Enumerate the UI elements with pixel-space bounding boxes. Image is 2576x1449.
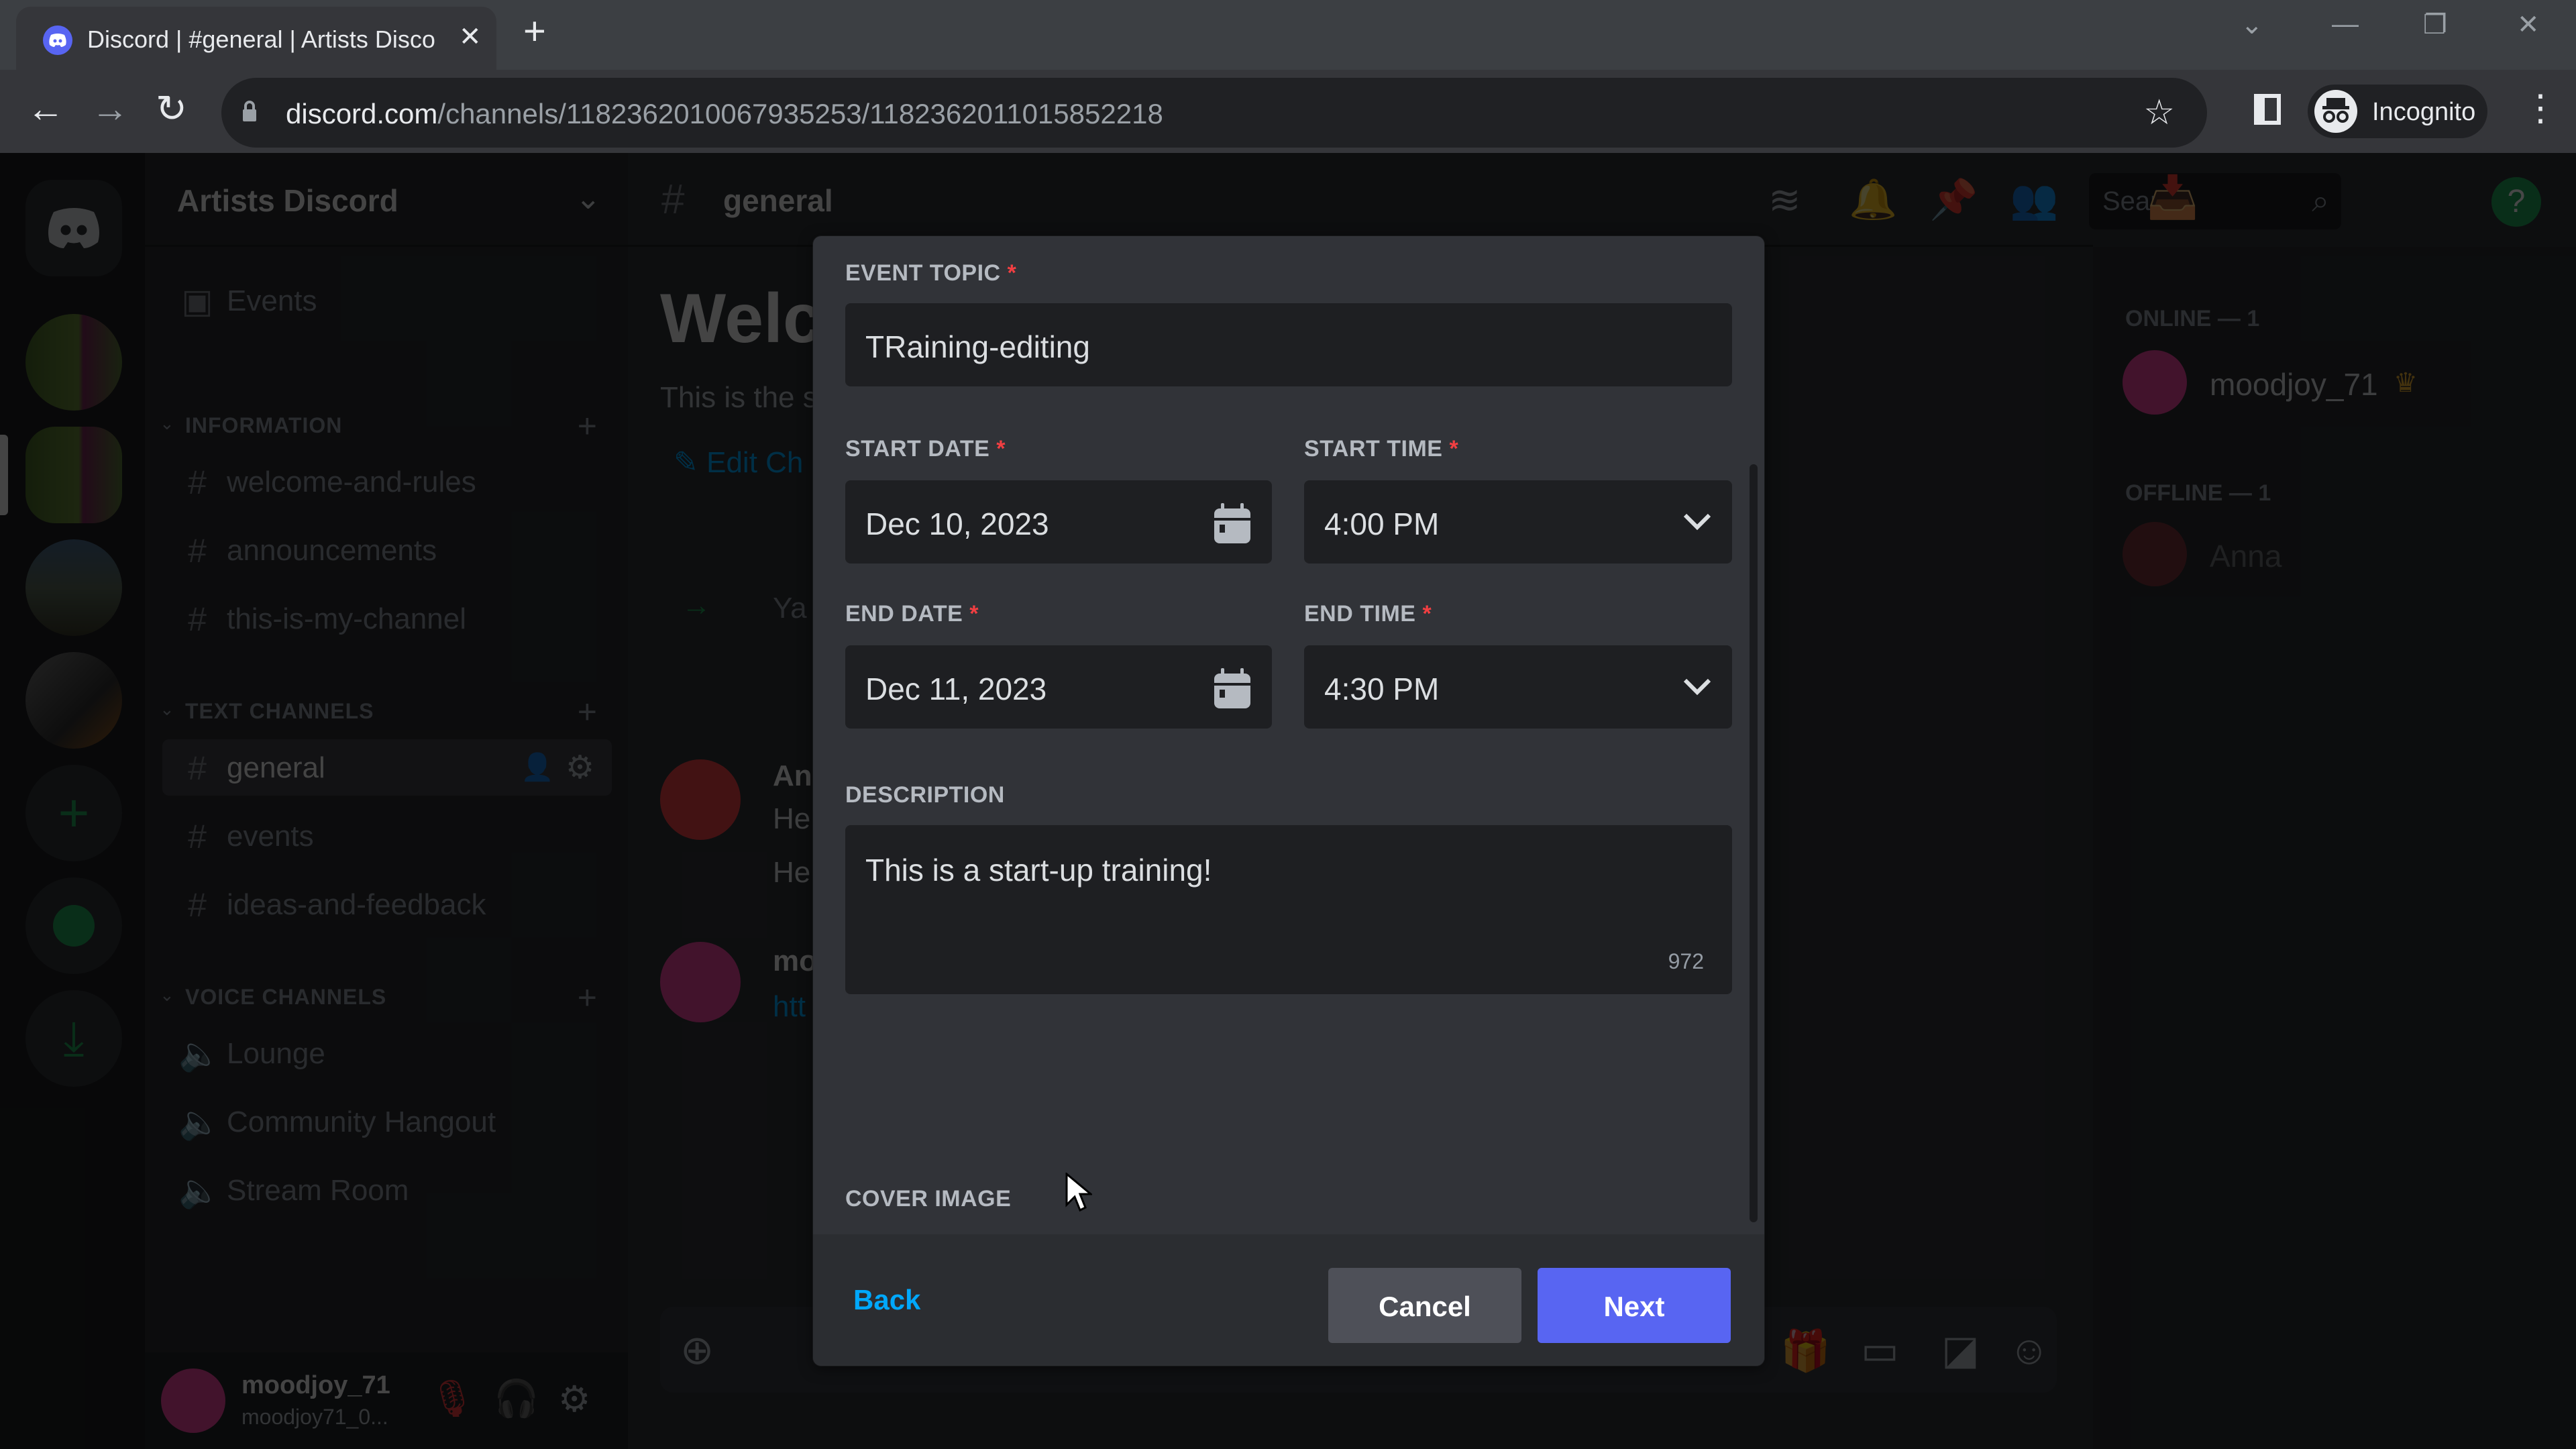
start-date-label: START DATE * <box>845 436 1006 462</box>
calendar-icon[interactable] <box>1213 667 1252 710</box>
event-topic-input[interactable]: TRaining-editing <box>845 303 1732 386</box>
restore-icon[interactable]: ❐ <box>2423 9 2447 40</box>
start-date-value: Dec 10, 2023 <box>865 506 1049 541</box>
event-topic-label: EVENT TOPIC * <box>845 260 1017 286</box>
next-button[interactable]: Next <box>1538 1268 1731 1343</box>
mouse-cursor-icon <box>1065 1173 1092 1212</box>
side-panel-icon[interactable] <box>2254 94 2281 125</box>
description-textarea[interactable]: This is a start-up training! 972 <box>845 825 1732 994</box>
cancel-button[interactable]: Cancel <box>1328 1268 1521 1343</box>
incognito-badge[interactable]: Incognito <box>2308 85 2487 138</box>
lock-icon <box>243 101 256 121</box>
end-time-value: 4:30 PM <box>1324 672 1440 706</box>
incognito-label: Incognito <box>2372 98 2476 126</box>
browser-toolbar: ← → ↻ discord.com/channels/1182362010067… <box>0 70 2576 153</box>
end-date-value: Dec 11, 2023 <box>865 672 1047 706</box>
modal-scrollbar[interactable] <box>1750 464 1758 1222</box>
close-window-icon[interactable]: ✕ <box>2517 9 2540 40</box>
modal-body: EVENT TOPIC * TRaining-editing START DATE… <box>813 236 1764 1228</box>
description-char-count: 972 <box>1668 949 1704 973</box>
start-time-label: START TIME * <box>1304 436 1459 462</box>
browser-tab[interactable]: Discord | #general | Artists Discord ✕ <box>16 7 496 70</box>
event-topic-value: TRaining-editing <box>865 329 1090 364</box>
close-icon[interactable]: ✕ <box>459 21 482 52</box>
cover-image-label: COVER IMAGE <box>845 1186 1012 1212</box>
chevron-down-icon <box>1683 678 1711 696</box>
start-date-input[interactable]: Dec 10, 2023 <box>845 480 1272 564</box>
url-path: /channels/1182362010067935253/1182362011… <box>437 98 1163 129</box>
end-time-label: END TIME * <box>1304 601 1432 627</box>
back-link[interactable]: Back <box>853 1284 920 1316</box>
discord-logo-icon <box>43 25 72 55</box>
chevron-down-icon <box>1683 513 1711 531</box>
description-label: DESCRIPTION <box>845 782 1005 808</box>
discord-app: + ⤓ Artists Discord ⌄ ▣ Events ⌄ INFORMA… <box>0 153 2576 1449</box>
description-value: This is a start-up training! <box>865 853 1212 888</box>
browser-tab-bar: Discord | #general | Artists Discord ✕ +… <box>0 0 2576 70</box>
url-host: discord.com <box>286 98 438 129</box>
reload-icon[interactable]: ↻ <box>156 90 187 127</box>
minimize-icon[interactable]: — <box>2332 9 2359 40</box>
tab-title: Discord | #general | Artists Discord <box>87 25 436 53</box>
start-time-value: 4:00 PM <box>1324 506 1440 541</box>
end-time-select[interactable]: 4:30 PM <box>1304 645 1732 729</box>
arrow-right-icon[interactable]: → <box>91 90 129 127</box>
address-bar[interactable]: discord.com/channels/1182362010067935253… <box>221 78 2207 148</box>
incognito-icon <box>2314 90 2357 133</box>
start-time-select[interactable]: 4:00 PM <box>1304 480 1732 564</box>
plus-icon[interactable]: + <box>523 12 546 51</box>
modal-footer: Back Cancel Next <box>813 1234 1764 1366</box>
cancel-label: Cancel <box>1379 1291 1471 1322</box>
end-date-label: END DATE * <box>845 601 979 627</box>
kebab-menu-icon[interactable]: ⋮ <box>2522 90 2559 126</box>
chevron-down-icon[interactable]: ⌄ <box>2241 9 2263 40</box>
next-label: Next <box>1603 1291 1665 1322</box>
url-text: discord.com/channels/1182362010067935253… <box>286 98 1163 130</box>
create-event-modal: EVENT TOPIC * TRaining-editing START DATE… <box>813 236 1764 1366</box>
arrow-left-icon[interactable]: ← <box>27 90 64 127</box>
calendar-icon[interactable] <box>1213 502 1252 545</box>
star-icon[interactable]: ☆ <box>2143 93 2175 133</box>
end-date-input[interactable]: Dec 11, 2023 <box>845 645 1272 729</box>
